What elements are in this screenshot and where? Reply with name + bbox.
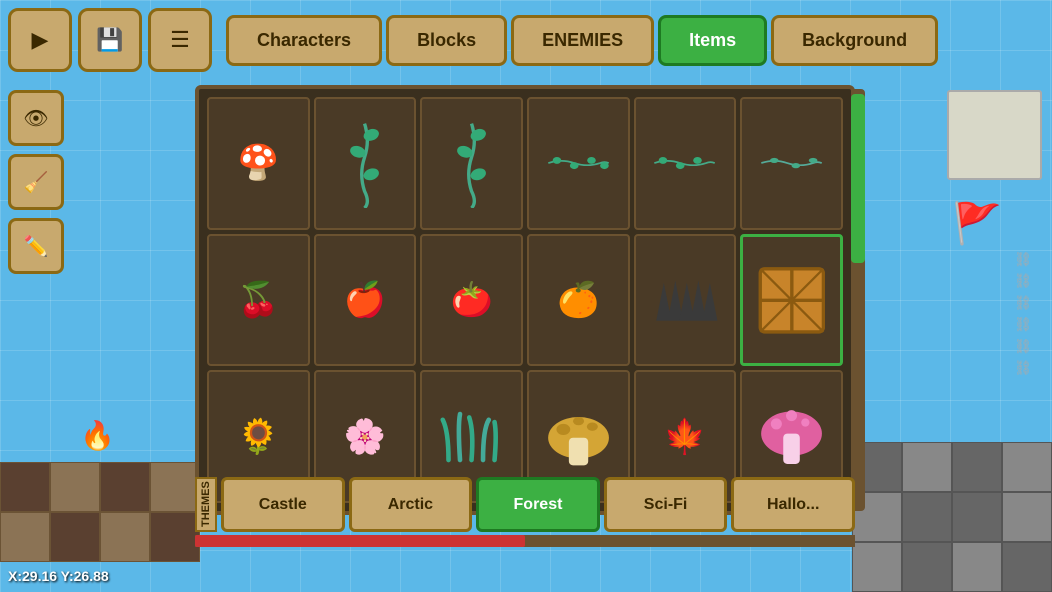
scroll-thumb-horizontal bbox=[195, 535, 525, 547]
item-cherries[interactable]: 🍒 bbox=[207, 234, 310, 367]
theme-arctic[interactable]: Arctic bbox=[349, 477, 473, 532]
tab-blocks[interactable]: Blocks bbox=[386, 15, 507, 66]
item-vine2[interactable] bbox=[420, 97, 523, 230]
theme-castle[interactable]: Castle bbox=[221, 477, 345, 532]
item-tomato[interactable]: 🍅 bbox=[420, 234, 523, 367]
item-vine1[interactable] bbox=[314, 97, 417, 230]
panel-scrollbar[interactable] bbox=[851, 89, 865, 511]
save-button[interactable]: 💾 bbox=[78, 8, 142, 72]
theme-forest[interactable]: Forest bbox=[476, 477, 600, 532]
item-orange[interactable]: 🍊 bbox=[527, 234, 630, 367]
nav-tabs: Characters Blocks ENEMIES Items Backgrou… bbox=[226, 15, 938, 66]
item-vine-h2[interactable] bbox=[634, 97, 737, 230]
left-sidebar: 👁 🧹 ✏️ bbox=[8, 90, 64, 274]
eraser-button[interactable]: 🧹 bbox=[8, 154, 64, 210]
item-mushroom[interactable]: 🍄 bbox=[207, 97, 310, 230]
top-right-panel bbox=[947, 90, 1042, 180]
chain-decoration: ⛓⛓⛓⛓⛓⛓ bbox=[1016, 250, 1032, 381]
play-button[interactable]: ▶ bbox=[8, 8, 72, 72]
tab-characters[interactable]: Characters bbox=[226, 15, 382, 66]
horizontal-scrollbar[interactable] bbox=[195, 535, 855, 547]
eye-button[interactable]: 👁 bbox=[8, 90, 64, 146]
scrollbar-thumb bbox=[851, 94, 865, 263]
theme-halloween[interactable]: Hallo... bbox=[731, 477, 855, 532]
tab-items[interactable]: Items bbox=[658, 15, 767, 66]
item-vine-h1[interactable] bbox=[527, 97, 630, 230]
item-apple-red[interactable]: 🍎 bbox=[314, 234, 417, 367]
items-grid: 🍄 bbox=[199, 89, 851, 511]
pencil-button[interactable]: ✏️ bbox=[8, 218, 64, 274]
theme-bar: THEMES Castle Arctic Forest Sci-Fi Hallo… bbox=[195, 477, 855, 532]
themes-label: THEMES bbox=[195, 477, 217, 532]
stone-blocks bbox=[852, 442, 1052, 592]
flag-decoration: 🚩 bbox=[952, 200, 1002, 247]
theme-scifi[interactable]: Sci-Fi bbox=[604, 477, 728, 532]
toolbar: ▶ 💾 ☰ Characters Blocks ENEMIES Items Ba… bbox=[0, 0, 1052, 80]
item-crate[interactable] bbox=[740, 234, 843, 367]
tab-background[interactable]: Background bbox=[771, 15, 938, 66]
torch-decoration: 🔥 bbox=[80, 419, 115, 452]
coordinates: X:29.16 Y:26.88 bbox=[8, 568, 109, 584]
items-panel: 🍄 bbox=[195, 85, 855, 515]
item-vine-h3[interactable] bbox=[740, 97, 843, 230]
tab-enemies[interactable]: ENEMIES bbox=[511, 15, 654, 66]
menu-button[interactable]: ☰ bbox=[148, 8, 212, 72]
item-spikes[interactable] bbox=[634, 234, 737, 367]
